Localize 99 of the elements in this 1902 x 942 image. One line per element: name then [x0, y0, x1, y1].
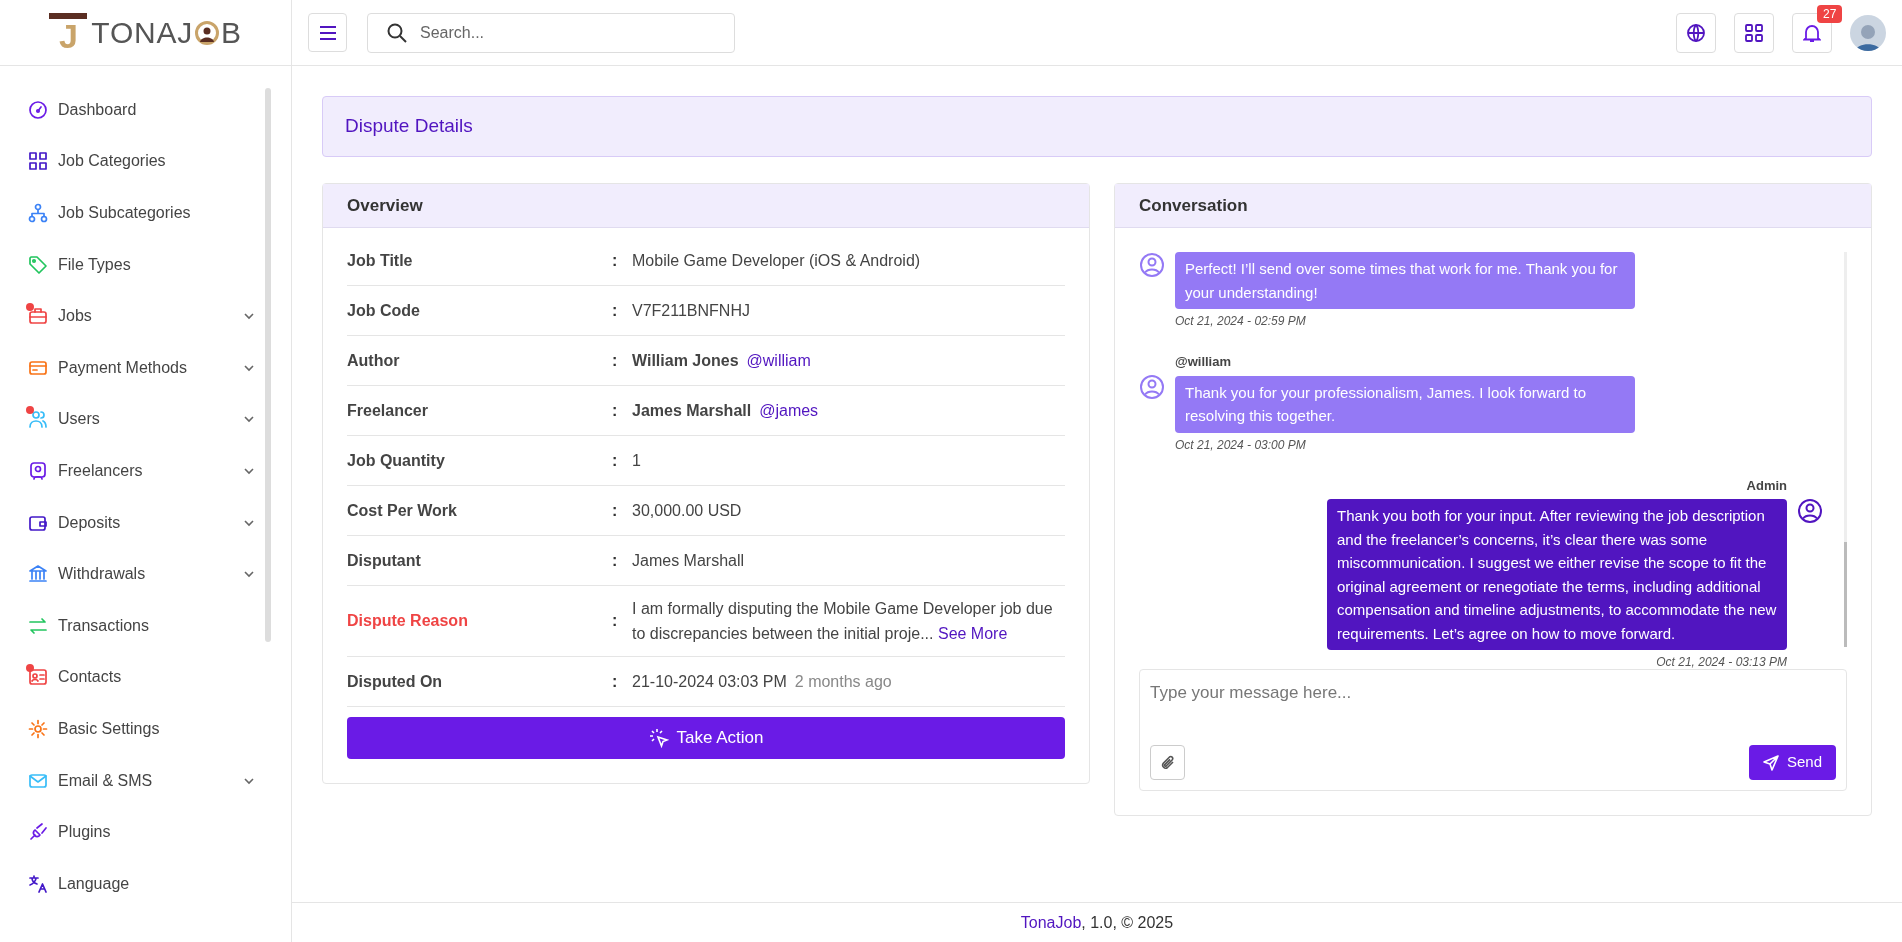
colon: : — [612, 350, 619, 371]
sidebar-item[interactable]: Deposits — [0, 496, 291, 549]
send-icon — [1762, 754, 1779, 771]
footer-text: , 1.0, © 2025 — [1081, 912, 1174, 933]
contact-icon — [28, 667, 48, 688]
hierarchy-icon — [28, 203, 48, 223]
date-value: 21-10-2024 03:03 PM — [632, 671, 787, 692]
field-label: Job Quantity — [347, 450, 446, 471]
field-value: 30,000.00 USD — [632, 501, 742, 519]
sidebar-item[interactable]: Jobs — [0, 290, 291, 342]
attach-button[interactable] — [1150, 745, 1185, 780]
avatar[interactable] — [1850, 14, 1886, 51]
person-icon — [28, 460, 48, 481]
message-composer[interactable]: Type your message here... Send — [1139, 669, 1847, 791]
message-bubble: Perfect! I’ll send over some times that work for me. Thank you for your understanding! — [1175, 252, 1635, 309]
arrows-icon — [28, 615, 48, 636]
sidebar-item[interactable]: Language — [0, 857, 291, 910]
search-field[interactable]: Search... — [367, 12, 735, 53]
footer-link[interactable]: TonaJob — [1020, 910, 1082, 935]
user-avatar-icon — [1797, 497, 1823, 524]
users-icon — [28, 409, 48, 430]
sidebar-item[interactable]: Email & SMS — [0, 754, 291, 807]
user-handle-link[interactable]: @william — [746, 348, 811, 373]
user-name: William Jones — [632, 350, 739, 371]
sidebar-item[interactable]: File Types — [0, 238, 291, 291]
bank-icon — [28, 564, 48, 585]
sidebar-item[interactable]: Contacts — [0, 651, 291, 704]
field-label: Disputant — [347, 550, 422, 571]
logo-mark: J — [49, 12, 88, 53]
paperclip-icon — [1159, 753, 1176, 772]
field-value: James Marshall — [632, 551, 745, 569]
sidebar-item[interactable]: Payment Methods — [0, 341, 291, 394]
scrollbar[interactable] — [1844, 252, 1847, 647]
sidebar-item[interactable]: Dashboard — [0, 84, 291, 136]
field-label: Cost Per Work — [347, 500, 458, 521]
menu-icon — [318, 25, 337, 40]
field-label: Author — [347, 350, 401, 371]
notification-count: 27 — [1817, 4, 1843, 23]
field-value: Mobile Game Developer (iOS & Android) — [632, 251, 921, 269]
field-value: V7F211BNFNHJ — [632, 301, 750, 319]
message-time: Oct 21, 2024 - 02:59 PM — [1175, 313, 1306, 330]
colon: : — [612, 671, 619, 692]
see-more-link[interactable]: See More — [937, 625, 1008, 642]
sidebar-item[interactable]: Basic Settings — [0, 703, 291, 755]
sidebar-item[interactable]: Freelancers — [0, 445, 291, 497]
field-value: 1 — [632, 451, 641, 469]
colon: : — [612, 450, 619, 471]
sidebar-item[interactable]: Users — [0, 393, 291, 446]
field-label: Dispute Reason — [347, 611, 469, 631]
message-bubble: Thank you for your professionalism, James. I look forward to resolving this together. — [1175, 375, 1635, 433]
user-handle-link[interactable]: @james — [759, 398, 819, 423]
send-button[interactable]: Send — [1748, 745, 1836, 780]
globe-icon — [1686, 22, 1706, 43]
relative-time: 2 months ago — [794, 671, 892, 692]
card-title: Overview — [347, 194, 423, 217]
sidebar-item[interactable]: Job Subcategories — [0, 187, 291, 239]
dispute-reason-text: I am formally disputing the Mobile Game Developer job due to discrepancies between the initial proje... See More — [632, 599, 1054, 644]
message-author: Admin — [1746, 476, 1787, 495]
colon: : — [612, 300, 619, 321]
bell-icon — [1803, 22, 1821, 43]
colon: : — [612, 250, 619, 271]
translate-icon — [28, 873, 48, 894]
apps-button[interactable] — [1734, 12, 1774, 53]
sidebar-item[interactable]: Plugins — [0, 806, 291, 858]
card-title: Conversation — [1139, 194, 1248, 217]
pointer-click-icon — [648, 728, 669, 748]
gauge-icon — [28, 99, 48, 120]
person-in-ring-icon — [194, 20, 219, 45]
sidebar-item[interactable]: Withdrawals — [0, 548, 291, 600]
grid-icon — [28, 151, 48, 172]
briefcase-icon — [28, 306, 48, 327]
language-button[interactable] — [1676, 12, 1716, 53]
colon: : — [612, 500, 619, 521]
message-bubble: Thank you both for your input. After reviewing the job description and the freelancer’s concerns, it’s clear there was some miscommunication. I suggest we either revise the scope to fit the original agreement or renegotiate the terms, including additional compensation and timeline adjustments, to accommodate the new requirements. Let’s agree on how to move forward. — [1327, 499, 1787, 650]
user-avatar-icon — [1139, 252, 1165, 278]
sidebar-item[interactable]: Job Categories — [0, 135, 291, 188]
user-name: James Marshall — [632, 400, 752, 421]
field-label: Job Title — [347, 250, 414, 271]
colon: : — [612, 400, 619, 421]
user-avatar-icon — [1139, 374, 1165, 400]
sidebar-item[interactable]: Transactions — [0, 599, 291, 652]
search-icon — [387, 22, 407, 43]
plug-icon — [28, 822, 48, 843]
message-time: Oct 21, 2024 - 03:13 PM — [1656, 654, 1787, 671]
page-title: Dispute Details — [345, 114, 473, 139]
message-author: @william — [1175, 353, 1232, 371]
menu-button[interactable] — [308, 13, 347, 52]
scrollbar[interactable] — [265, 88, 271, 642]
take-action-button[interactable]: Take Action — [347, 717, 1065, 759]
colon: : — [612, 550, 619, 571]
logo-text: TONAJ B — [91, 17, 242, 48]
apps-icon — [1745, 23, 1763, 42]
colon: : — [612, 611, 619, 631]
field-label: Job Code — [347, 300, 421, 321]
field-label: Disputed On — [347, 671, 444, 692]
message-time: Oct 21, 2024 - 03:00 PM — [1175, 436, 1306, 454]
gear-icon — [28, 718, 48, 739]
tag-icon — [28, 254, 48, 275]
field-label: Freelancer — [347, 400, 429, 421]
